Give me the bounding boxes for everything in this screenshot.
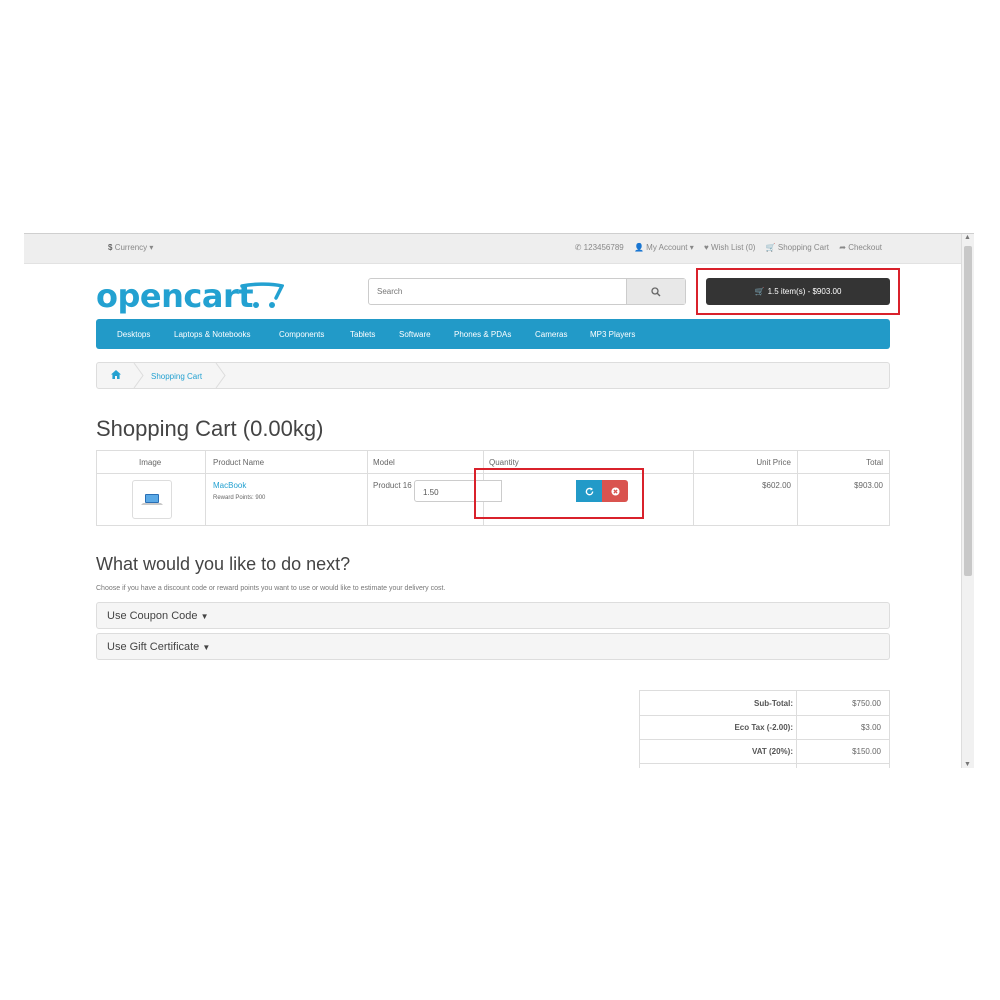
phone-link[interactable]: ✆ 123456789 bbox=[575, 243, 626, 252]
logo-cart-icon bbox=[240, 282, 284, 308]
browser-viewport: $ Currency ▾ ✆ 123456789 👤 My Account ▾ … bbox=[24, 233, 974, 768]
breadcrumb-separator bbox=[133, 363, 144, 388]
dollar-icon: $ bbox=[108, 243, 113, 252]
product-model: Product 16 bbox=[373, 481, 412, 490]
menu-item-mp3-players[interactable]: MP3 Players bbox=[590, 330, 635, 339]
next-steps-heading: What would you like to do next? bbox=[96, 554, 351, 574]
totals-row: VAT (20%): $150.00 bbox=[640, 739, 889, 764]
menu-item-cameras[interactable]: Cameras bbox=[535, 330, 567, 339]
column-header-total: Total bbox=[866, 458, 883, 467]
column-divider bbox=[693, 451, 694, 525]
user-icon: 👤 bbox=[633, 243, 644, 252]
menu-item-tablets[interactable]: Tablets bbox=[350, 330, 375, 339]
currency-label: Currency bbox=[114, 243, 148, 252]
quantity-value: 1.50 bbox=[423, 488, 439, 497]
column-header-unit-price: Unit Price bbox=[756, 458, 791, 467]
eco-tax-value: $3.00 bbox=[860, 723, 881, 732]
checkout-label: Checkout bbox=[848, 243, 882, 252]
share-arrow-icon: ➦ bbox=[839, 243, 846, 252]
wish-list-link[interactable]: ♥ Wish List (0) bbox=[704, 243, 758, 252]
menu-item-desktops[interactable]: Desktops bbox=[117, 330, 150, 339]
caret-down-icon: ▾ bbox=[689, 243, 694, 252]
caret-down-icon: ▾ bbox=[149, 243, 154, 252]
home-icon[interactable] bbox=[111, 370, 121, 379]
logo-text: opencart bbox=[96, 277, 254, 315]
laptop-image bbox=[141, 494, 163, 505]
gift-certificate-panel[interactable]: Use Gift Certificate ▼ bbox=[96, 633, 890, 660]
totals-row: Eco Tax (-2.00): $3.00 bbox=[640, 715, 889, 740]
breadcrumb: Shopping Cart bbox=[96, 362, 890, 389]
menu-item-laptops-notebooks[interactable]: Laptops & Notebooks bbox=[174, 330, 251, 339]
scrollbar-thumb[interactable] bbox=[964, 246, 972, 576]
breadcrumb-separator bbox=[215, 363, 226, 388]
vat-label: VAT (20%): bbox=[751, 747, 793, 756]
scroll-up-arrow-icon[interactable]: ▲ bbox=[964, 234, 971, 241]
reward-points: Reward Points: 900 bbox=[213, 495, 266, 501]
totals-table: Sub-Total: $750.00 Eco Tax (-2.00): $3.0… bbox=[639, 690, 890, 768]
cart-icon: 🛒 bbox=[765, 243, 776, 252]
column-divider bbox=[797, 451, 798, 525]
column-header-product-name: Product Name bbox=[213, 458, 265, 467]
caret-down-icon: ▼ bbox=[202, 643, 211, 652]
search-input[interactable] bbox=[369, 279, 643, 304]
subtotal-value: $750.00 bbox=[852, 699, 881, 708]
menu-item-components[interactable]: Components bbox=[279, 330, 324, 339]
search-bar bbox=[368, 278, 686, 305]
totals-row: Sub-Total: $750.00 bbox=[640, 691, 889, 716]
coupon-code-panel[interactable]: Use Coupon Code ▼ bbox=[96, 602, 890, 629]
product-thumbnail[interactable] bbox=[132, 480, 172, 519]
checkout-link[interactable]: ➦ Checkout bbox=[839, 243, 882, 252]
column-divider bbox=[367, 451, 368, 525]
currency-dropdown[interactable]: $ Currency ▾ bbox=[108, 243, 153, 252]
gift-certificate-label: Use Gift Certificate bbox=[107, 641, 200, 653]
search-icon bbox=[651, 286, 661, 296]
menu-item-phones-pdas[interactable]: Phones & PDAs bbox=[454, 330, 511, 339]
unit-price: $602.00 bbox=[762, 481, 791, 490]
next-steps-description: Choose if you have a discount code or re… bbox=[96, 585, 446, 592]
eco-tax-label: Eco Tax (-2.00): bbox=[734, 723, 793, 732]
vat-value: $150.00 bbox=[852, 747, 881, 756]
my-account-link[interactable]: 👤 My Account ▾ bbox=[634, 243, 696, 252]
highlight-box-cart bbox=[696, 268, 900, 315]
opencart-logo[interactable]: opencart bbox=[96, 277, 254, 315]
my-account-label: My Account bbox=[646, 243, 688, 252]
phone-icon: ✆ bbox=[574, 243, 582, 252]
menu-item-software[interactable]: Software bbox=[399, 330, 431, 339]
breadcrumb-shopping-cart[interactable]: Shopping Cart bbox=[151, 372, 202, 381]
top-links: ✆ 123456789 👤 My Account ▾ ♥ Wish List (… bbox=[567, 243, 882, 252]
phone-number: 123456789 bbox=[583, 243, 624, 252]
vertical-scrollbar[interactable]: ▲ ▼ bbox=[961, 234, 974, 768]
column-divider bbox=[205, 451, 206, 525]
column-header-model: Model bbox=[373, 458, 395, 467]
shopping-cart-link[interactable]: 🛒 Shopping Cart bbox=[766, 243, 832, 252]
wish-list-label: Wish List (0) bbox=[710, 243, 756, 252]
page-title: Shopping Cart (0.00kg) bbox=[96, 416, 324, 441]
column-header-quantity: Quantity bbox=[489, 458, 519, 467]
shopping-cart-label: Shopping Cart bbox=[777, 243, 830, 252]
main-menu: Desktops Laptops & Notebooks Components … bbox=[96, 319, 890, 349]
product-name-link[interactable]: MacBook bbox=[213, 481, 246, 490]
top-bar: $ Currency ▾ ✆ 123456789 👤 My Account ▾ … bbox=[24, 234, 962, 264]
caret-down-icon: ▼ bbox=[200, 612, 209, 621]
scroll-down-arrow-icon[interactable]: ▼ bbox=[964, 761, 971, 768]
coupon-code-label: Use Coupon Code bbox=[107, 610, 198, 622]
heart-icon: ♥ bbox=[704, 243, 709, 252]
subtotal-label: Sub-Total: bbox=[754, 699, 793, 708]
column-header-image: Image bbox=[139, 458, 162, 467]
highlight-box-quantity bbox=[474, 468, 644, 519]
search-button[interactable] bbox=[626, 279, 685, 304]
line-total: $903.00 bbox=[854, 481, 883, 490]
